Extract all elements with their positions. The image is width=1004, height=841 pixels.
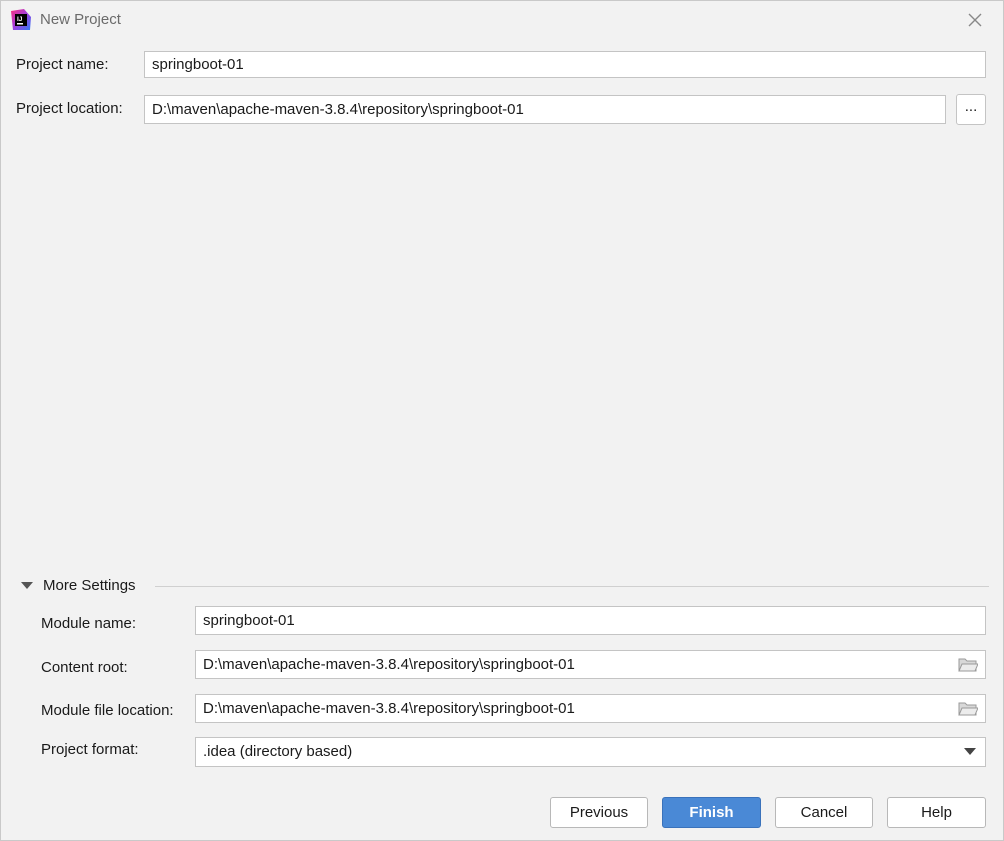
cancel-button[interactable]: Cancel [775,797,873,828]
dropdown-arrow-icon [964,748,976,755]
folder-icon[interactable] [958,657,978,673]
more-settings-title: More Settings [43,577,136,594]
section-divider [155,586,989,587]
module-file-location-label: Module file location: [41,702,174,719]
project-format-select[interactable]: .idea (directory based) [195,737,986,767]
chevron-down-icon [21,582,33,589]
project-name-input[interactable] [144,51,986,78]
project-location-label: Project location: [16,100,123,117]
window-title: New Project [40,11,121,28]
title-bar: IJ New Project [1,1,1003,39]
previous-button[interactable]: Previous [550,797,648,828]
content-root-label: Content root: [41,659,128,676]
module-file-location-input[interactable] [195,694,986,723]
project-name-label: Project name: [16,56,109,73]
svg-text:IJ: IJ [17,16,23,23]
folder-icon[interactable] [958,701,978,717]
intellij-idea-icon: IJ [11,9,31,30]
help-button[interactable]: Help [887,797,986,828]
module-name-input[interactable] [195,606,986,635]
content-root-input[interactable] [195,650,986,679]
module-name-label: Module name: [41,615,137,632]
browse-location-button[interactable]: ... [956,94,986,125]
close-icon[interactable] [965,10,985,30]
new-project-dialog: IJ New Project Project name: Project loc… [0,0,1004,841]
project-format-label: Project format: [41,741,139,758]
project-format-value: .idea (directory based) [203,743,353,760]
project-location-input[interactable] [144,95,946,124]
finish-button[interactable]: Finish [662,797,761,828]
